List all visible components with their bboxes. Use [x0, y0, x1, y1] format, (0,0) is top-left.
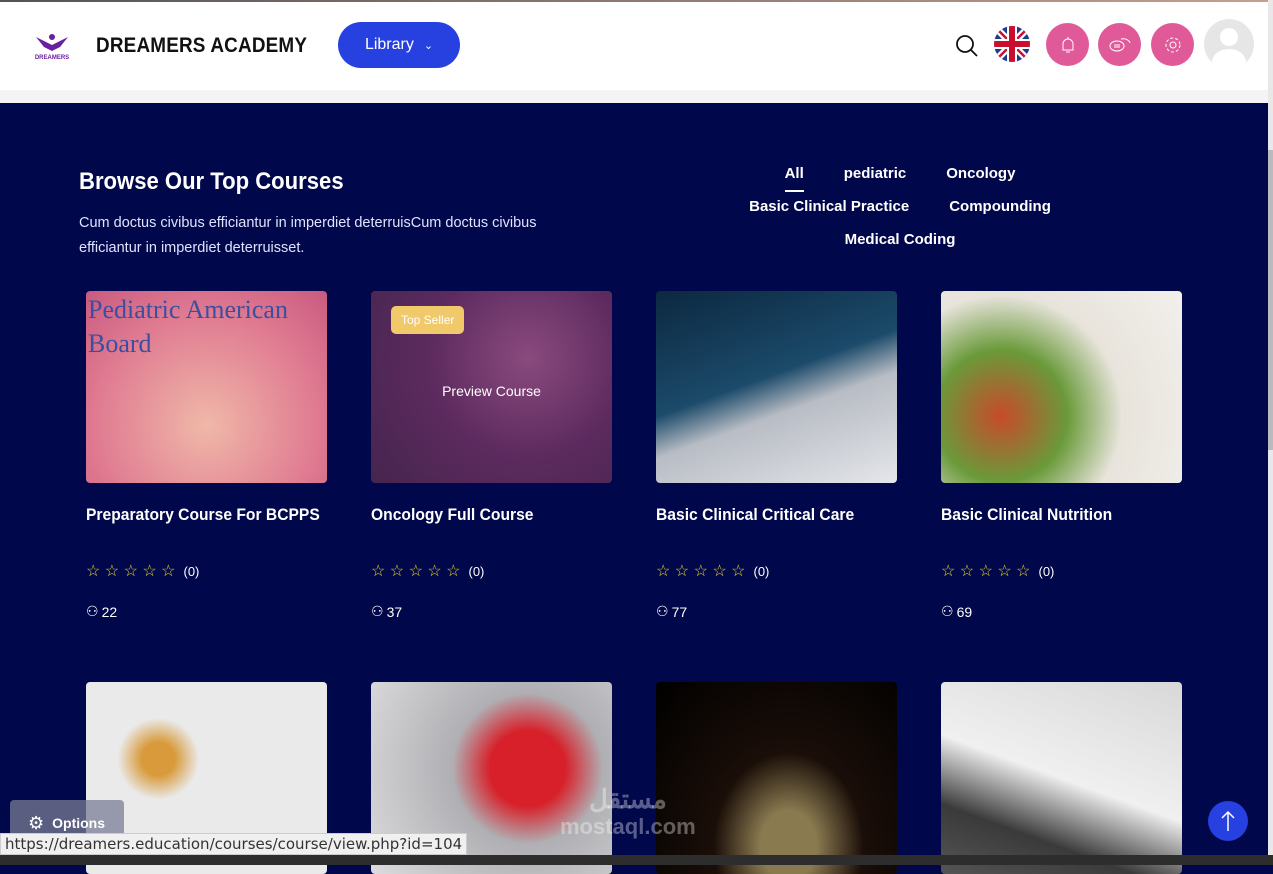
header-gap — [0, 90, 1268, 103]
star-icon: ☆ ☆ ☆ ☆ ☆ — [371, 563, 461, 580]
user-icon: ⚇ — [941, 603, 954, 619]
section-description: Cum doctus civibus efficiantur in imperd… — [79, 215, 537, 256]
course-rating: ☆ ☆ ☆ ☆ ☆ (0) — [941, 561, 1182, 581]
course-rating: ☆ ☆ ☆ ☆ ☆ (0) — [371, 561, 612, 581]
status-bar-url: https://dreamers.education/courses/cours… — [0, 833, 468, 855]
svg-text:DREAMERS: DREAMERS — [35, 55, 69, 61]
course-title[interactable]: Basic Clinical Critical Care — [656, 505, 878, 525]
student-count: ⚇ 37 — [371, 603, 612, 620]
star-icon: ☆ ☆ ☆ ☆ ☆ — [656, 563, 746, 580]
course-rating: ☆ ☆ ☆ ☆ ☆ (0) — [656, 561, 897, 581]
bell-icon — [1062, 36, 1073, 52]
gear-icon — [1165, 37, 1180, 52]
course-image[interactable] — [656, 291, 897, 483]
taskbar — [0, 855, 1273, 865]
messages-button[interactable] — [1098, 23, 1141, 66]
course-title[interactable]: Preparatory Course For BCPPS — [86, 505, 320, 525]
chat-icon — [1109, 37, 1130, 51]
library-dropdown[interactable]: Library ⌄ — [338, 22, 460, 68]
course-card[interactable]: Pediatric American Board Preparatory Cou… — [86, 291, 327, 620]
course-title[interactable]: Oncology Full Course — [371, 505, 593, 525]
student-count: ⚇ 69 — [941, 603, 1182, 620]
student-count: ⚇ 77 — [656, 603, 897, 620]
search-icon[interactable] — [955, 34, 979, 58]
course-image[interactable] — [941, 682, 1182, 874]
arrow-up-icon — [1221, 810, 1235, 831]
rating-count: (0) — [468, 563, 485, 579]
course-image[interactable]: Top Seller Preview Course — [371, 291, 612, 483]
course-rating: ☆ ☆ ☆ ☆ ☆ (0) — [86, 561, 327, 581]
star-icon: ☆ ☆ ☆ ☆ ☆ — [86, 563, 176, 580]
gear-icon: ⚙ — [28, 812, 45, 833]
course-image-text: Pediatric American Board — [88, 295, 288, 358]
filter-oncology[interactable]: Oncology — [946, 165, 1015, 184]
rating-count: (0) — [753, 563, 770, 579]
filter-compounding[interactable]: Compounding — [949, 198, 1051, 217]
mostaql-watermark: مستقل mostaql.com — [560, 785, 696, 841]
star-icon: ☆ ☆ ☆ ☆ ☆ — [941, 563, 1031, 580]
watermark-latin: mostaql.com — [560, 814, 696, 839]
user-icon: ⚇ — [656, 603, 669, 619]
options-label: Options — [52, 815, 106, 831]
filter-all[interactable]: All — [784, 165, 804, 192]
course-card[interactable]: Basic Clinical Critical Care ☆ ☆ ☆ ☆ ☆ (0… — [656, 291, 897, 620]
course-filters: All pediatric Oncology Basic Clinical Pr… — [690, 165, 1110, 250]
settings-button[interactable] — [1151, 23, 1194, 66]
brand-name[interactable]: DREAMERS ACADEMY — [96, 34, 307, 58]
user-icon: ⚇ — [371, 603, 384, 619]
course-card[interactable]: Basic Clinical Nutrition ☆ ☆ ☆ ☆ ☆ (0) ⚇ 6… — [941, 291, 1182, 620]
filter-basic-clinical-practice[interactable]: Basic Clinical Practice — [749, 198, 909, 217]
course-image[interactable] — [656, 682, 897, 874]
scrollbar[interactable] — [1268, 0, 1273, 855]
rating-count: (0) — [183, 563, 200, 579]
top-seller-badge: Top Seller — [391, 306, 465, 334]
course-card[interactable]: Top Seller Preview Course Oncology Full C… — [371, 291, 612, 620]
dreamers-logo[interactable]: DREAMERS — [34, 31, 70, 61]
students-value: 37 — [386, 603, 403, 620]
course-image[interactable] — [941, 291, 1182, 483]
course-card[interactable] — [941, 682, 1182, 874]
user-avatar[interactable] — [1204, 19, 1254, 69]
library-label: Library — [364, 36, 414, 53]
rating-count: (0) — [1038, 563, 1055, 579]
user-icon: ⚇ — [86, 603, 99, 619]
filter-pediatric[interactable]: pediatric — [844, 165, 907, 184]
notifications-button[interactable] — [1046, 23, 1089, 66]
scroll-to-top-button[interactable] — [1208, 801, 1248, 841]
course-title[interactable]: Basic Clinical Nutrition — [941, 505, 1163, 525]
preview-course-link[interactable]: Preview Course — [371, 383, 612, 399]
watermark-arabic: مستقل — [588, 784, 667, 814]
students-value: 22 — [101, 603, 118, 620]
site-header: DREAMERS DREAMERS ACADEMY Library ⌄ — [0, 2, 1268, 90]
student-count: ⚇ 22 — [86, 603, 327, 620]
uk-flag-icon[interactable] — [994, 26, 1030, 62]
course-card[interactable] — [656, 682, 897, 874]
filter-medical-coding[interactable]: Medical Coding — [845, 231, 956, 250]
students-value: 69 — [956, 603, 973, 620]
course-image[interactable]: Pediatric American Board — [86, 291, 327, 483]
chevron-down-icon: ⌄ — [423, 39, 434, 52]
section-title: Browse Our Top Courses — [79, 168, 344, 195]
students-value: 77 — [671, 603, 688, 620]
